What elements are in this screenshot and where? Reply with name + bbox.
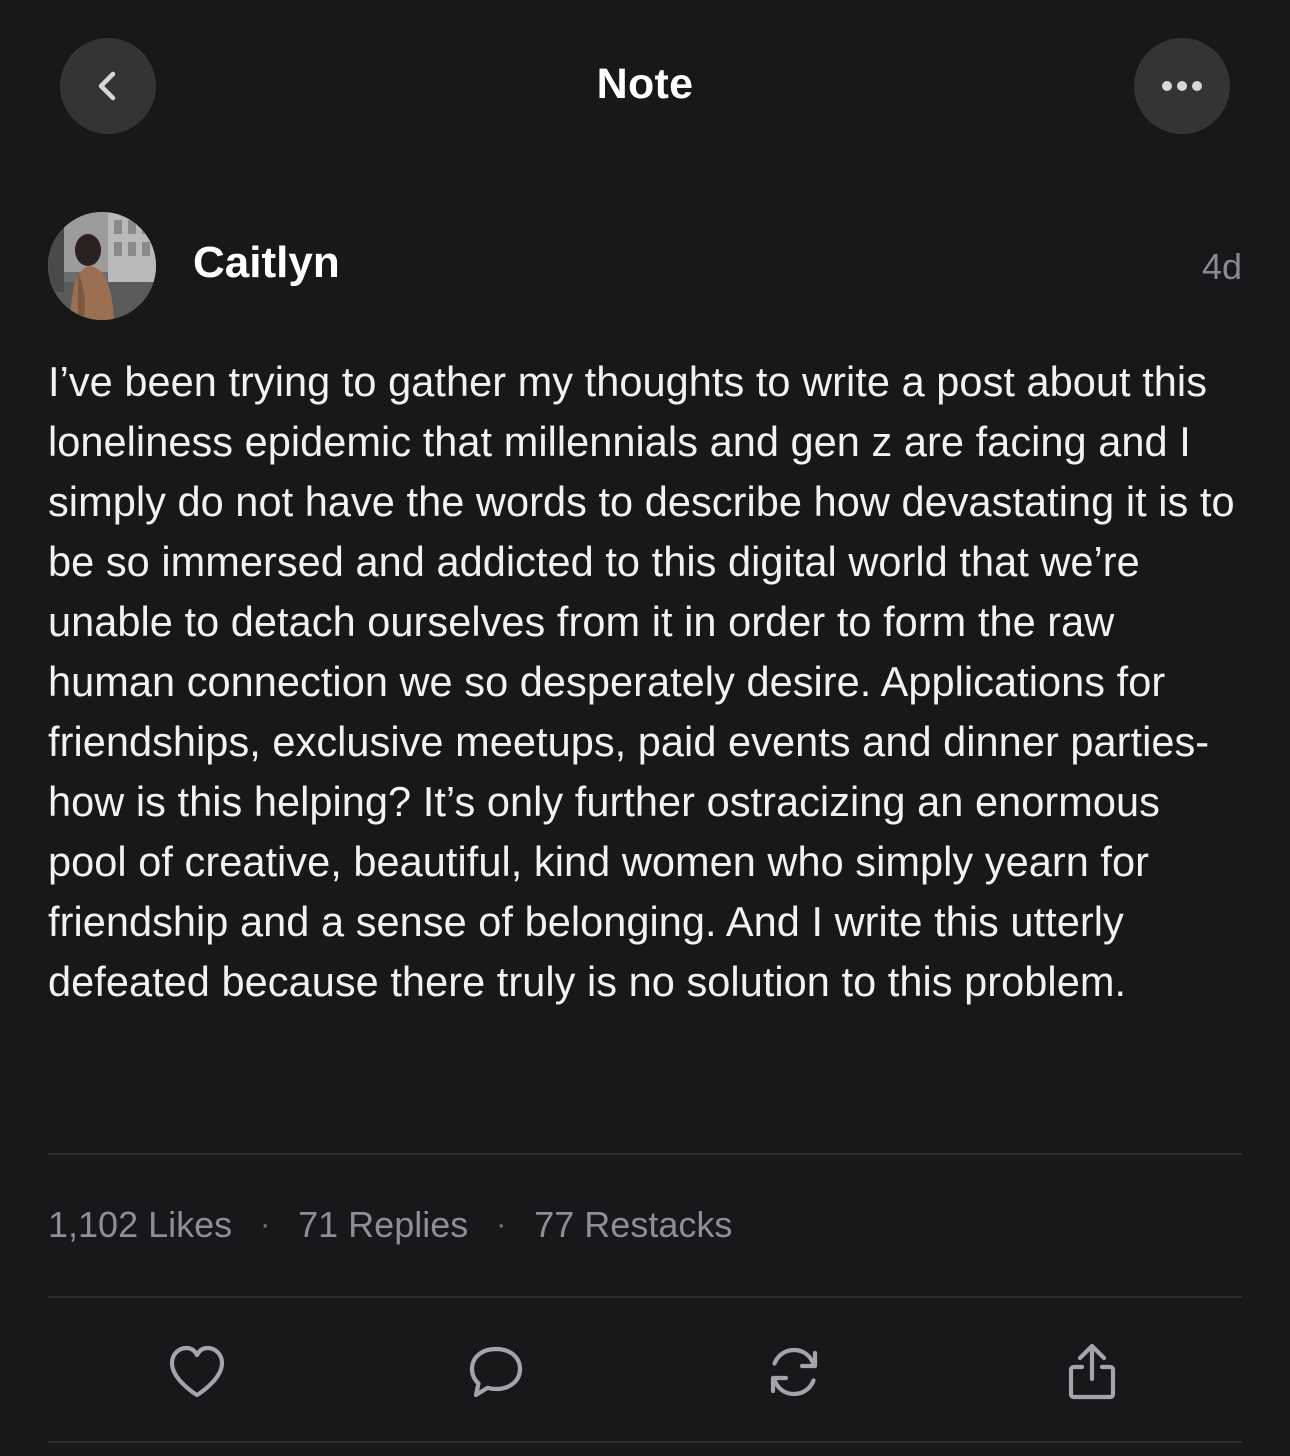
separator-dot: · xyxy=(496,1208,507,1241)
comment-icon xyxy=(469,1346,523,1398)
separator-dot: · xyxy=(260,1208,271,1241)
page-title: Note xyxy=(596,60,694,108)
share-icon xyxy=(1068,1343,1116,1400)
engagement-stats: 1,102 Likes · 71 Replies · 77 Restacks xyxy=(48,1204,732,1246)
restack-icon xyxy=(770,1347,818,1397)
more-options-button[interactable] xyxy=(1134,38,1230,134)
like-button[interactable] xyxy=(155,1330,239,1414)
top-bar: Note xyxy=(0,0,1290,172)
avatar[interactable] xyxy=(48,212,156,320)
restacks-count[interactable]: 77 Restacks xyxy=(534,1204,732,1246)
divider xyxy=(48,1153,1242,1155)
share-button[interactable] xyxy=(1050,1330,1134,1414)
divider xyxy=(48,1441,1242,1443)
avatar-photo xyxy=(48,212,156,320)
reply-button[interactable] xyxy=(454,1330,538,1414)
likes-count[interactable]: 1,102 Likes xyxy=(48,1204,232,1246)
restack-button[interactable] xyxy=(752,1330,836,1414)
note-body: I’ve been trying to gather my thoughts t… xyxy=(48,358,1235,1005)
replies-count[interactable]: 71 Replies xyxy=(298,1204,468,1246)
ellipsis-icon xyxy=(1162,81,1202,91)
heart-icon xyxy=(169,1345,225,1398)
divider xyxy=(48,1296,1242,1298)
note-author-row: Caitlyn 4d xyxy=(48,212,1242,320)
action-bar xyxy=(0,1330,1290,1414)
author-name[interactable]: Caitlyn xyxy=(193,238,340,288)
timestamp: 4d xyxy=(1201,246,1242,287)
